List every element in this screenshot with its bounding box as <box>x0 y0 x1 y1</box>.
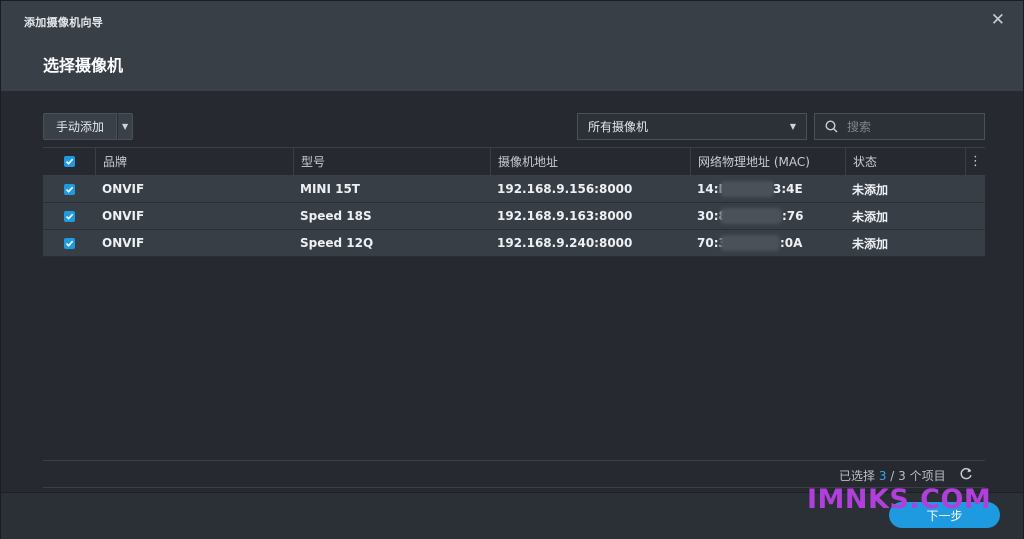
watermark: IMNKS.COM <box>807 484 992 515</box>
table-row[interactable]: ONVIF MINI 15T 192.168.9.156:8000 14:I 3… <box>43 176 985 203</box>
cell-mac: 14:I 3:4E <box>690 176 845 202</box>
cell-brand: ONVIF <box>102 209 145 223</box>
wizard-title: 添加摄像机向导 <box>24 16 104 29</box>
cell-address: 192.168.9.163:8000 <box>497 209 633 223</box>
row-spacer <box>965 230 985 256</box>
header-mac[interactable]: 网络物理地址 (MAC) <box>690 148 845 175</box>
table-header: 品牌 型号 摄像机地址 网络物理地址 (MAC) 状态 ⋮ <box>43 147 985 176</box>
header-model[interactable]: 型号 <box>293 148 490 175</box>
mac-end: 3:4E <box>773 182 803 196</box>
row-spacer <box>965 203 985 229</box>
cell-mac: 30:8 :76 <box>690 203 845 229</box>
cell-model: Speed 18S <box>300 209 372 223</box>
cell-model: MINI 15T <box>300 182 360 196</box>
cell-brand: ONVIF <box>102 236 145 250</box>
refresh-icon[interactable] <box>959 466 975 482</box>
header-address[interactable]: 摄像机地址 <box>490 148 690 175</box>
mac-end: :76 <box>782 209 804 223</box>
step-title: 选择摄像机 <box>43 56 124 75</box>
column-menu-cell: ⋮ <box>965 148 985 175</box>
row-check-cell <box>43 203 95 229</box>
manual-add-button[interactable]: 手动添加 <box>43 113 118 140</box>
search-input[interactable] <box>845 118 979 135</box>
cell-status: 未添加 <box>852 209 889 224</box>
selection-count: 已选择 3 / 3 个项目 <box>839 467 946 484</box>
camera-filter-select[interactable]: 所有摄像机 ▼ <box>577 113 807 140</box>
table-row[interactable]: ONVIF Speed 18S 192.168.9.163:8000 30:8 … <box>43 203 985 230</box>
select-all-cell <box>43 148 95 175</box>
wizard-window: 添加摄像机向导 ✕ 选择摄像机 手动添加 ▼ 所有摄像机 ▼ 品牌 型号 摄像机… <box>0 0 1024 539</box>
selection-prefix: 已选择 <box>839 469 879 483</box>
cell-brand: ONVIF <box>102 182 145 196</box>
row-checkbox[interactable] <box>63 183 75 195</box>
table-row[interactable]: ONVIF Speed 12Q 192.168.9.240:8000 70:3 … <box>43 230 985 257</box>
camera-filter-value: 所有摄像机 <box>588 120 649 134</box>
mac-redaction <box>720 235 780 251</box>
row-checkbox[interactable] <box>63 237 75 249</box>
divider <box>43 460 985 461</box>
cell-status: 未添加 <box>852 236 889 251</box>
mac-redaction <box>720 181 774 197</box>
mac-redaction <box>720 208 782 224</box>
add-dropdown-caret-icon[interactable]: ▼ <box>117 113 134 140</box>
header-status[interactable]: 状态 <box>845 148 965 175</box>
camera-table: 品牌 型号 摄像机地址 网络物理地址 (MAC) 状态 ⋮ ONVIF MINI… <box>43 147 985 257</box>
selection-suffix: / 3 个项目 <box>886 469 946 483</box>
chevron-down-icon: ▼ <box>789 122 796 131</box>
select-all-checkbox[interactable] <box>63 156 75 167</box>
row-check-cell <box>43 176 95 202</box>
cell-address: 192.168.9.156:8000 <box>497 182 633 196</box>
cell-address: 192.168.9.240:8000 <box>497 236 633 250</box>
cell-mac: 70:3 :0A <box>690 230 845 256</box>
row-checkbox[interactable] <box>63 210 75 222</box>
close-icon[interactable]: ✕ <box>991 10 1005 30</box>
header-brand[interactable]: 品牌 <box>95 148 293 175</box>
cell-status: 未添加 <box>852 182 889 197</box>
search-box[interactable] <box>814 113 985 140</box>
row-spacer <box>965 176 985 202</box>
mac-end: :0A <box>780 236 803 250</box>
add-button-group: 手动添加 ▼ <box>43 113 134 140</box>
search-icon <box>823 119 839 135</box>
title-bar: 添加摄像机向导 ✕ 选择摄像机 <box>1 1 1023 91</box>
cell-model: Speed 12Q <box>300 236 374 250</box>
more-options-icon[interactable]: ⋮ <box>969 154 982 169</box>
row-check-cell <box>43 230 95 256</box>
